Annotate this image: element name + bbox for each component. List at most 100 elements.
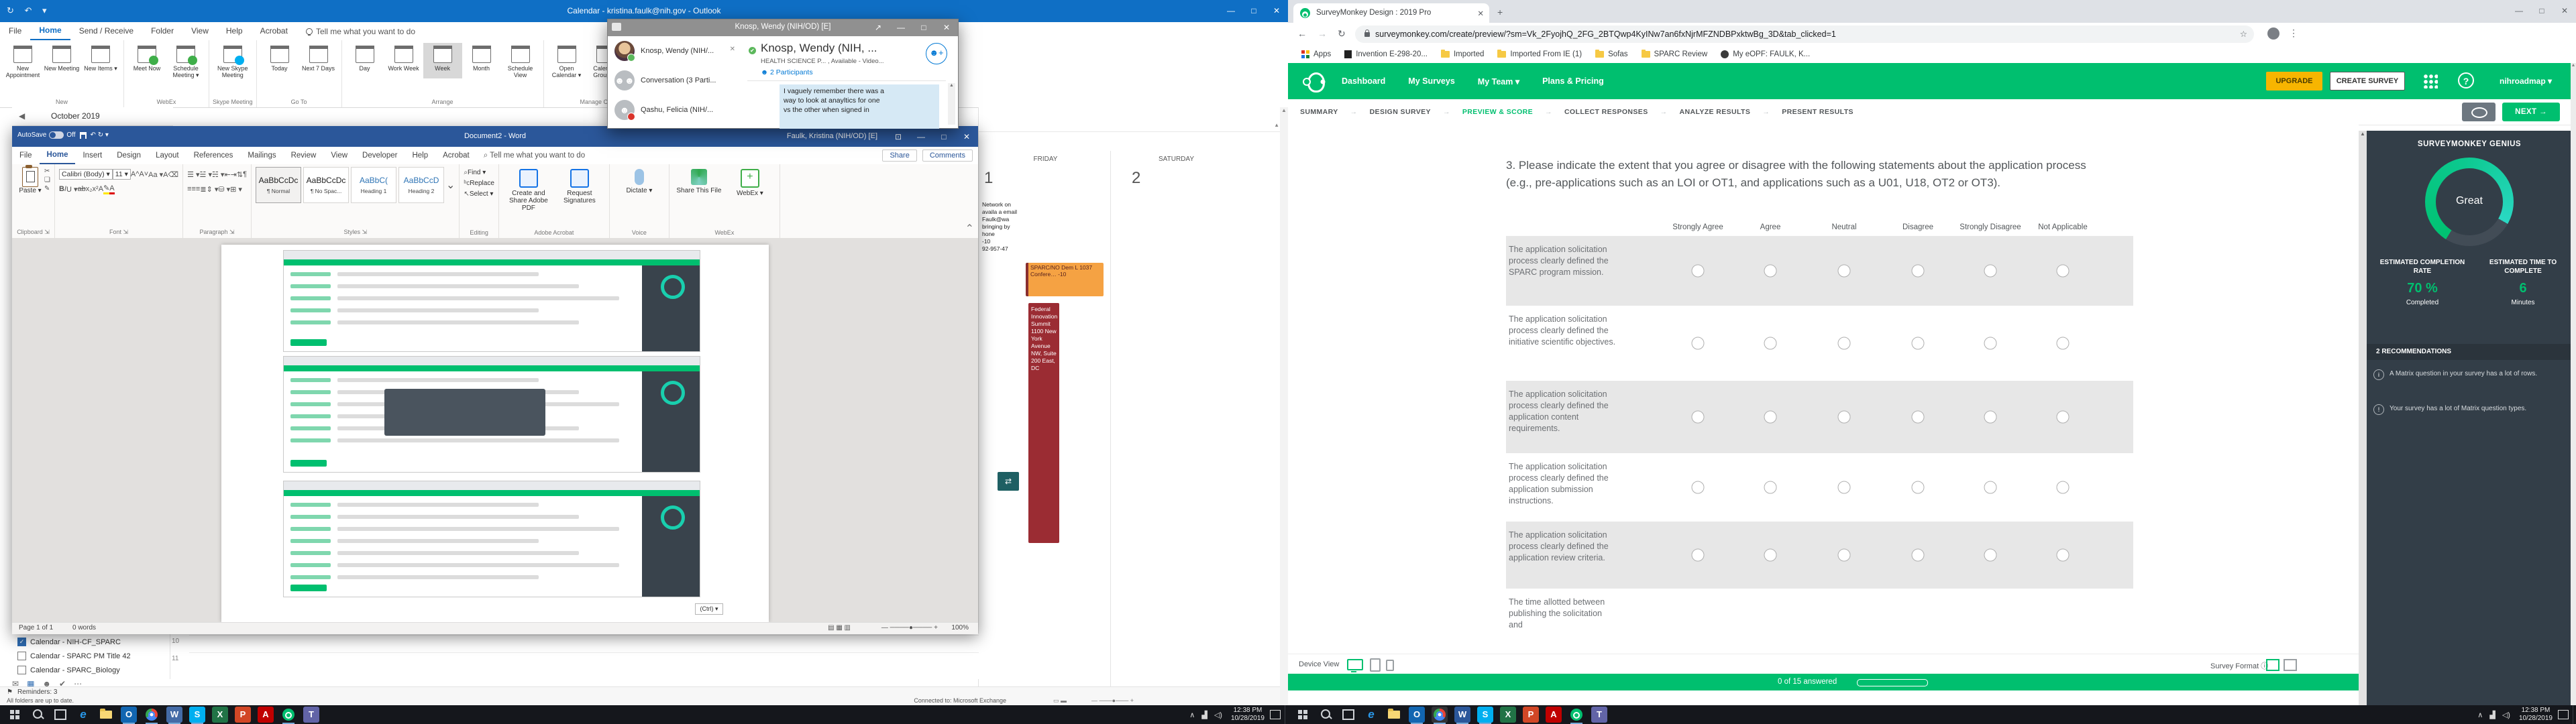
calendar-list-item[interactable]: ✓Calendar - NIH-CF_SPARC: [12, 635, 170, 649]
radio-agree[interactable]: [1764, 481, 1777, 494]
skype-contact-qashu-felicia-nih[interactable]: ☻Qashu, Felicia (NIH/...: [608, 95, 741, 125]
share-button[interactable]: Share: [882, 149, 916, 162]
taskbar-icon-teams[interactable]: T: [1591, 707, 1607, 723]
replace-button[interactable]: ᵇcReplace: [464, 178, 494, 188]
calendar-list-item[interactable]: Calendar - SPARC_Biology: [12, 663, 170, 677]
view-shortcut-icons[interactable]: ▭ ▬: [1053, 697, 1067, 705]
close-icon[interactable]: ✕: [955, 126, 978, 147]
chevron-left-icon[interactable]: ◀: [19, 111, 25, 121]
sort-icon[interactable]: ⇅: [237, 170, 243, 179]
zoom-slider[interactable]: — ────●──── +: [881, 624, 938, 631]
radio-strongly-disagree[interactable]: [1984, 265, 1997, 278]
outlook-tab-file[interactable]: File: [0, 23, 30, 40]
word-tab-acrobat[interactable]: Acrobat: [435, 147, 477, 164]
font-color-icon[interactable]: A: [109, 184, 114, 194]
radio-not-applicable[interactable]: [2057, 337, 2070, 350]
checkbox-icon[interactable]: ✓: [17, 638, 26, 646]
taskbar-icon-outlook[interactable]: O: [121, 707, 137, 723]
radio-strongly-agree[interactable]: [1692, 481, 1705, 494]
font-name-select[interactable]: Calibri (Body) ▾: [59, 169, 113, 180]
network-icon[interactable]: ▟: [1201, 711, 1207, 719]
strikethrough-icon[interactable]: ab: [78, 185, 86, 193]
taskbar-icon-skype[interactable]: S: [189, 707, 205, 723]
help-icon[interactable]: ?: [2458, 72, 2474, 88]
superscript-icon[interactable]: x²: [93, 185, 99, 193]
maximize-icon[interactable]: □: [2530, 0, 2553, 23]
taskbar-icon-excel[interactable]: X: [1500, 707, 1516, 723]
webex-button[interactable]: +WebEx ▾: [724, 167, 775, 197]
radio-disagree[interactable]: [1912, 265, 1925, 278]
format-classic-icon[interactable]: [2266, 659, 2279, 671]
dictate-button[interactable]: Dictate ▾: [614, 167, 665, 194]
outlook-button-open-calendar[interactable]: Open Calendar ▾: [547, 43, 586, 78]
calendar-event-federal-innovation-summit[interactable]: Federal Innovation Summit 1100 New York …: [1028, 303, 1059, 543]
justify-icon[interactable]: ≣: [200, 185, 206, 194]
recommendation-1[interactable]: iA Matrix question in your survey has a …: [2373, 369, 2565, 380]
increase-indent-icon[interactable]: ⇥: [231, 170, 237, 179]
underline-icon[interactable]: U ▾: [66, 185, 78, 194]
taskbar-icon-outlook[interactable]: O: [1409, 707, 1425, 723]
taskbar-icon-start[interactable]: [7, 707, 23, 723]
outlook-button-schedule-view[interactable]: Schedule View: [501, 43, 540, 78]
desktop-view-icon[interactable]: [1347, 659, 1363, 670]
popout-icon[interactable]: ↗: [867, 19, 890, 36]
taskbar-icon-file-explorer[interactable]: [98, 707, 114, 723]
taskbar-icon-word[interactable]: W: [166, 707, 182, 723]
radio-disagree[interactable]: [1912, 549, 1925, 562]
radio-agree[interactable]: [1764, 265, 1777, 278]
taskbar-icon-task-view[interactable]: [1340, 707, 1356, 723]
word-tab-help[interactable]: Help: [405, 147, 435, 164]
comments-button[interactable]: Comments: [922, 149, 973, 162]
tray-expand-icon[interactable]: ∧: [2477, 711, 2483, 719]
taskbar-icon-search[interactable]: [30, 707, 46, 723]
menu-kebab-icon[interactable]: ⋮: [2289, 27, 2298, 39]
tablet-view-icon[interactable]: [1370, 658, 1381, 672]
calendar-event-note[interactable]: Network onavaila a emailFaulk@wabringing…: [982, 201, 1024, 253]
request-signatures-button[interactable]: Request Signatures: [554, 167, 605, 212]
skype-titlebar[interactable]: Knosp, Wendy (NIH/OD) [E] ↗—□✕: [608, 19, 958, 36]
bookmark-invention-e-298-20[interactable]: Invention E-298-20...: [1344, 50, 1428, 58]
close-icon[interactable]: ✕: [935, 19, 958, 36]
skype-window-controls[interactable]: ↗—□✕: [867, 19, 958, 36]
taskbar-icon-powerpoint[interactable]: P: [1523, 707, 1539, 723]
radio-not-applicable[interactable]: [2057, 411, 2070, 424]
collapse-ribbon-icon[interactable]: ⌃: [965, 222, 974, 235]
close-icon[interactable]: ✕: [1265, 0, 1288, 22]
word-tab-layout[interactable]: Layout: [148, 147, 186, 164]
style-card-normal[interactable]: AaBbCcDc¶ Normal: [256, 167, 301, 203]
bookmark-imported[interactable]: Imported: [1441, 50, 1484, 58]
scroll-up-icon[interactable]: ▲: [1274, 122, 1279, 128]
forward-icon[interactable]: →: [1318, 28, 1327, 39]
radio-neutral[interactable]: [1838, 337, 1851, 350]
minimize-icon[interactable]: —: [2508, 0, 2530, 23]
outlook-button-meet-now[interactable]: Meet Now: [127, 43, 166, 78]
taskbar-icon-search[interactable]: [1318, 707, 1334, 723]
word-tab-view[interactable]: View: [323, 147, 355, 164]
subscript-icon[interactable]: x₂: [86, 185, 93, 193]
minimize-icon[interactable]: —: [890, 19, 912, 36]
radio-strongly-disagree[interactable]: [1984, 549, 1997, 562]
radio-strongly-agree[interactable]: [1692, 411, 1705, 424]
word-tab-review[interactable]: Review: [284, 147, 324, 164]
step-preview-score[interactable]: PREVIEW & SCORE: [1462, 108, 1533, 116]
taskbar-icon-acrobat[interactable]: A: [258, 707, 274, 723]
taskbar-icon-chrome[interactable]: [144, 707, 160, 723]
checkbox-icon[interactable]: [17, 652, 26, 660]
close-conversation-icon[interactable]: ✕: [730, 46, 735, 53]
taskbar-icon-excel[interactable]: X: [212, 707, 228, 723]
outlook-button-month[interactable]: Month: [462, 43, 501, 78]
calendar-list-item[interactable]: Calendar - SPARC PM Title 42: [12, 649, 170, 663]
sm-nav-plans-pricing[interactable]: Plans & Pricing: [1542, 76, 1604, 86]
bookmark-star-icon[interactable]: ☆: [2240, 25, 2247, 43]
step-collect-responses[interactable]: COLLECT RESPONSES: [1564, 108, 1648, 116]
create-and-share-adobe-pdf-button[interactable]: Create and Share Adobe PDF: [503, 167, 554, 212]
reload-icon[interactable]: ↻: [1338, 28, 1346, 40]
volume-icon[interactable]: ◁): [2502, 711, 2510, 719]
surveymonkey-logo[interactable]: [1304, 71, 1324, 91]
feedback-bubble-button[interactable]: [2462, 103, 2496, 121]
calendar-vertical-scrollbar[interactable]: ▲: [1280, 107, 1288, 705]
step-analyze-results[interactable]: ANALYZE RESULTS: [1680, 108, 1751, 116]
numbering-icon[interactable]: ☱ ▾: [200, 170, 212, 179]
styles-scroll-icon[interactable]: ⌄: [446, 178, 455, 192]
calendar-date-1[interactable]: 1: [984, 169, 993, 188]
